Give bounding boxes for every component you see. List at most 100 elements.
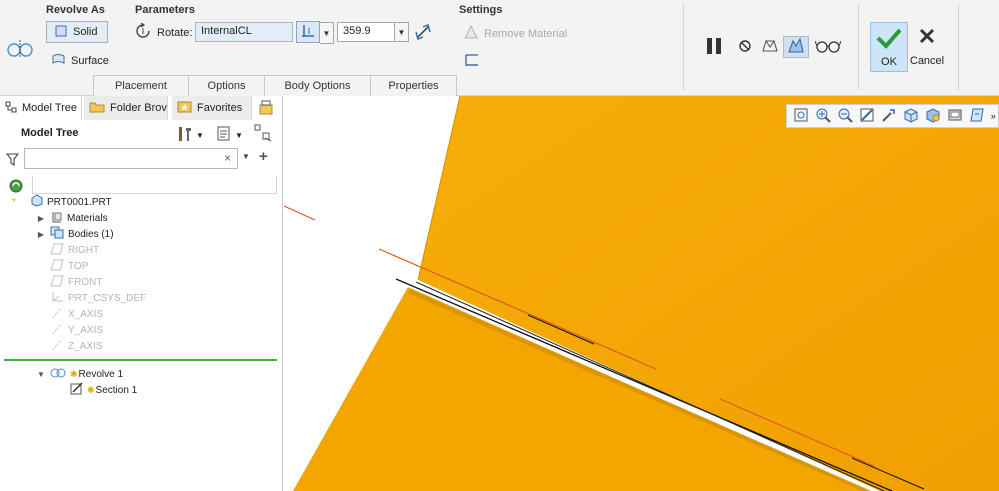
tree-item-revolve[interactable]: ▼ ✱ Revolve 1 [36, 366, 123, 382]
collapse-arrow-icon[interactable]: ▼ [36, 370, 46, 379]
tab-favorites-label: Favorites [197, 102, 243, 114]
angle-option-button[interactable] [296, 21, 320, 43]
ribbon-separator [958, 4, 959, 90]
refit-button[interactable] [791, 106, 812, 126]
pause-button[interactable] [703, 36, 725, 58]
solid-icon [55, 25, 67, 40]
reorient-button[interactable] [879, 106, 900, 126]
tree-item-top-plane[interactable]: TOP [50, 258, 88, 274]
checkmark-icon [876, 27, 902, 52]
add-filter-button[interactable]: + [259, 148, 268, 165]
tab-model-tree[interactable]: Model Tree [0, 96, 82, 120]
datum-axis-icon [50, 323, 64, 338]
tree-item-label: X_AXIS [68, 308, 104, 320]
flip-direction-button[interactable] [412, 22, 434, 44]
view-toolbar: » [786, 104, 999, 128]
revolve-feature-icon [6, 34, 34, 62]
tab-favorites[interactable]: Favorites [172, 96, 252, 120]
tree-settings-button[interactable] [212, 124, 234, 146]
display-style-button[interactable] [901, 106, 922, 126]
angle-option-dropdown[interactable]: ▼ [320, 22, 334, 44]
variable-angle-icon [301, 24, 315, 41]
search-dropdown[interactable]: ▼ [242, 152, 250, 161]
tree-item-z-axis[interactable]: Z_AXIS [50, 338, 102, 354]
ok-button[interactable]: OK [870, 22, 908, 72]
view-manager-icon [947, 107, 963, 126]
tree-columns-button[interactable] [252, 123, 274, 145]
tree-item-front-plane[interactable]: FRONT [50, 274, 102, 290]
tree-item-bodies[interactable]: ▶ Bodies (1) [36, 226, 114, 242]
bodies-icon [50, 226, 64, 242]
datum-display-icon [969, 107, 985, 126]
tree-item-materials[interactable]: ▶ Materials [36, 210, 108, 226]
tree-item-x-axis[interactable]: X_AXIS [50, 306, 103, 322]
tree-item-label: Z_AXIS [68, 340, 103, 352]
repaint-icon [859, 107, 875, 126]
tab-body-options[interactable]: Body Options [264, 75, 371, 96]
tree-item-root[interactable]: * PRT0001.PRT [12, 194, 112, 210]
graphics-viewport[interactable] [284, 96, 999, 491]
cancel-button[interactable]: Cancel [910, 22, 944, 72]
solid-toggle-button[interactable]: Solid [46, 21, 108, 43]
tree-item-csys[interactable]: PRT_CSYS_DEF [50, 290, 146, 306]
thicken-sketch-button[interactable] [461, 50, 483, 72]
model-tree-title: Model Tree [21, 127, 79, 139]
zoom-out-icon [837, 107, 854, 126]
thicken-sketch-icon [464, 53, 480, 70]
remove-material-button[interactable]: Remove Material [464, 24, 568, 42]
expand-arrow-icon[interactable]: ▶ [36, 230, 46, 239]
zoom-in-icon [815, 107, 832, 126]
toolbar-more-button[interactable]: » [988, 106, 998, 126]
remove-material-label: Remove Material [484, 27, 568, 40]
verify-preview-button[interactable] [783, 36, 809, 58]
insert-here-line[interactable] [4, 359, 277, 361]
columns-icon [254, 124, 272, 145]
tree-item-label: PRT_CSYS_DEF [68, 292, 147, 304]
tree-item-label: FRONT [68, 276, 103, 288]
parameters-title: Parameters [135, 4, 195, 16]
history-tab[interactable] [255, 97, 277, 119]
datum-axis-icon [50, 307, 64, 322]
tree-item-label: Y_AXIS [68, 324, 104, 336]
regenerate-icon[interactable] [6, 176, 26, 196]
tree-item-right-plane[interactable]: RIGHT [50, 242, 99, 258]
angle-value-dropdown[interactable]: ▼ [395, 22, 409, 42]
ribbon-separator [858, 4, 859, 90]
tree-tools-dropdown[interactable]: ▼ [193, 124, 207, 146]
flip-direction-icon [414, 23, 432, 44]
no-preview-button[interactable] [734, 36, 756, 58]
glasses-icon [814, 39, 842, 56]
tree-item-y-axis[interactable]: Y_AXIS [50, 322, 103, 338]
zoom-in-button[interactable] [813, 106, 834, 126]
repaint-button[interactable] [857, 106, 878, 126]
cancel-label: Cancel [909, 55, 945, 67]
tree-search-input[interactable] [24, 148, 238, 169]
tab-model-tree-label: Model Tree [22, 102, 78, 114]
tree-item-section[interactable]: ✱ Section 1 [70, 382, 137, 398]
angle-value-input[interactable]: 359.9 [337, 22, 395, 42]
datum-display-button[interactable] [967, 106, 988, 126]
list-settings-icon [216, 126, 231, 144]
no-preview-icon [738, 39, 752, 56]
ok-label: OK [881, 56, 897, 68]
tab-folder-browser[interactable]: Folder Brov [84, 96, 168, 120]
tools-icon [177, 126, 193, 145]
tab-placement[interactable]: Placement [93, 75, 189, 96]
preview-mesh-button[interactable] [759, 36, 781, 58]
modified-star-icon: * [12, 196, 16, 208]
csys-icon [50, 291, 64, 306]
expand-arrow-icon[interactable]: ▶ [36, 214, 46, 223]
saved-views-button[interactable] [923, 106, 944, 126]
favorites-icon [177, 100, 192, 116]
clear-search-button[interactable]: × [224, 151, 231, 165]
glasses-preview-button[interactable] [814, 36, 842, 58]
tab-properties[interactable]: Properties [370, 75, 457, 96]
surface-toggle-button[interactable]: Surface [52, 53, 109, 68]
tab-options[interactable]: Options [188, 75, 265, 96]
tree-item-label: TOP [68, 260, 89, 272]
tree-item-label: Bodies (1) [68, 228, 114, 240]
rotation-axis-collector[interactable]: InternalCL [195, 22, 293, 42]
zoom-out-button[interactable] [835, 106, 856, 126]
tree-settings-dropdown[interactable]: ▼ [232, 124, 246, 146]
view-manager-button[interactable] [945, 106, 966, 126]
